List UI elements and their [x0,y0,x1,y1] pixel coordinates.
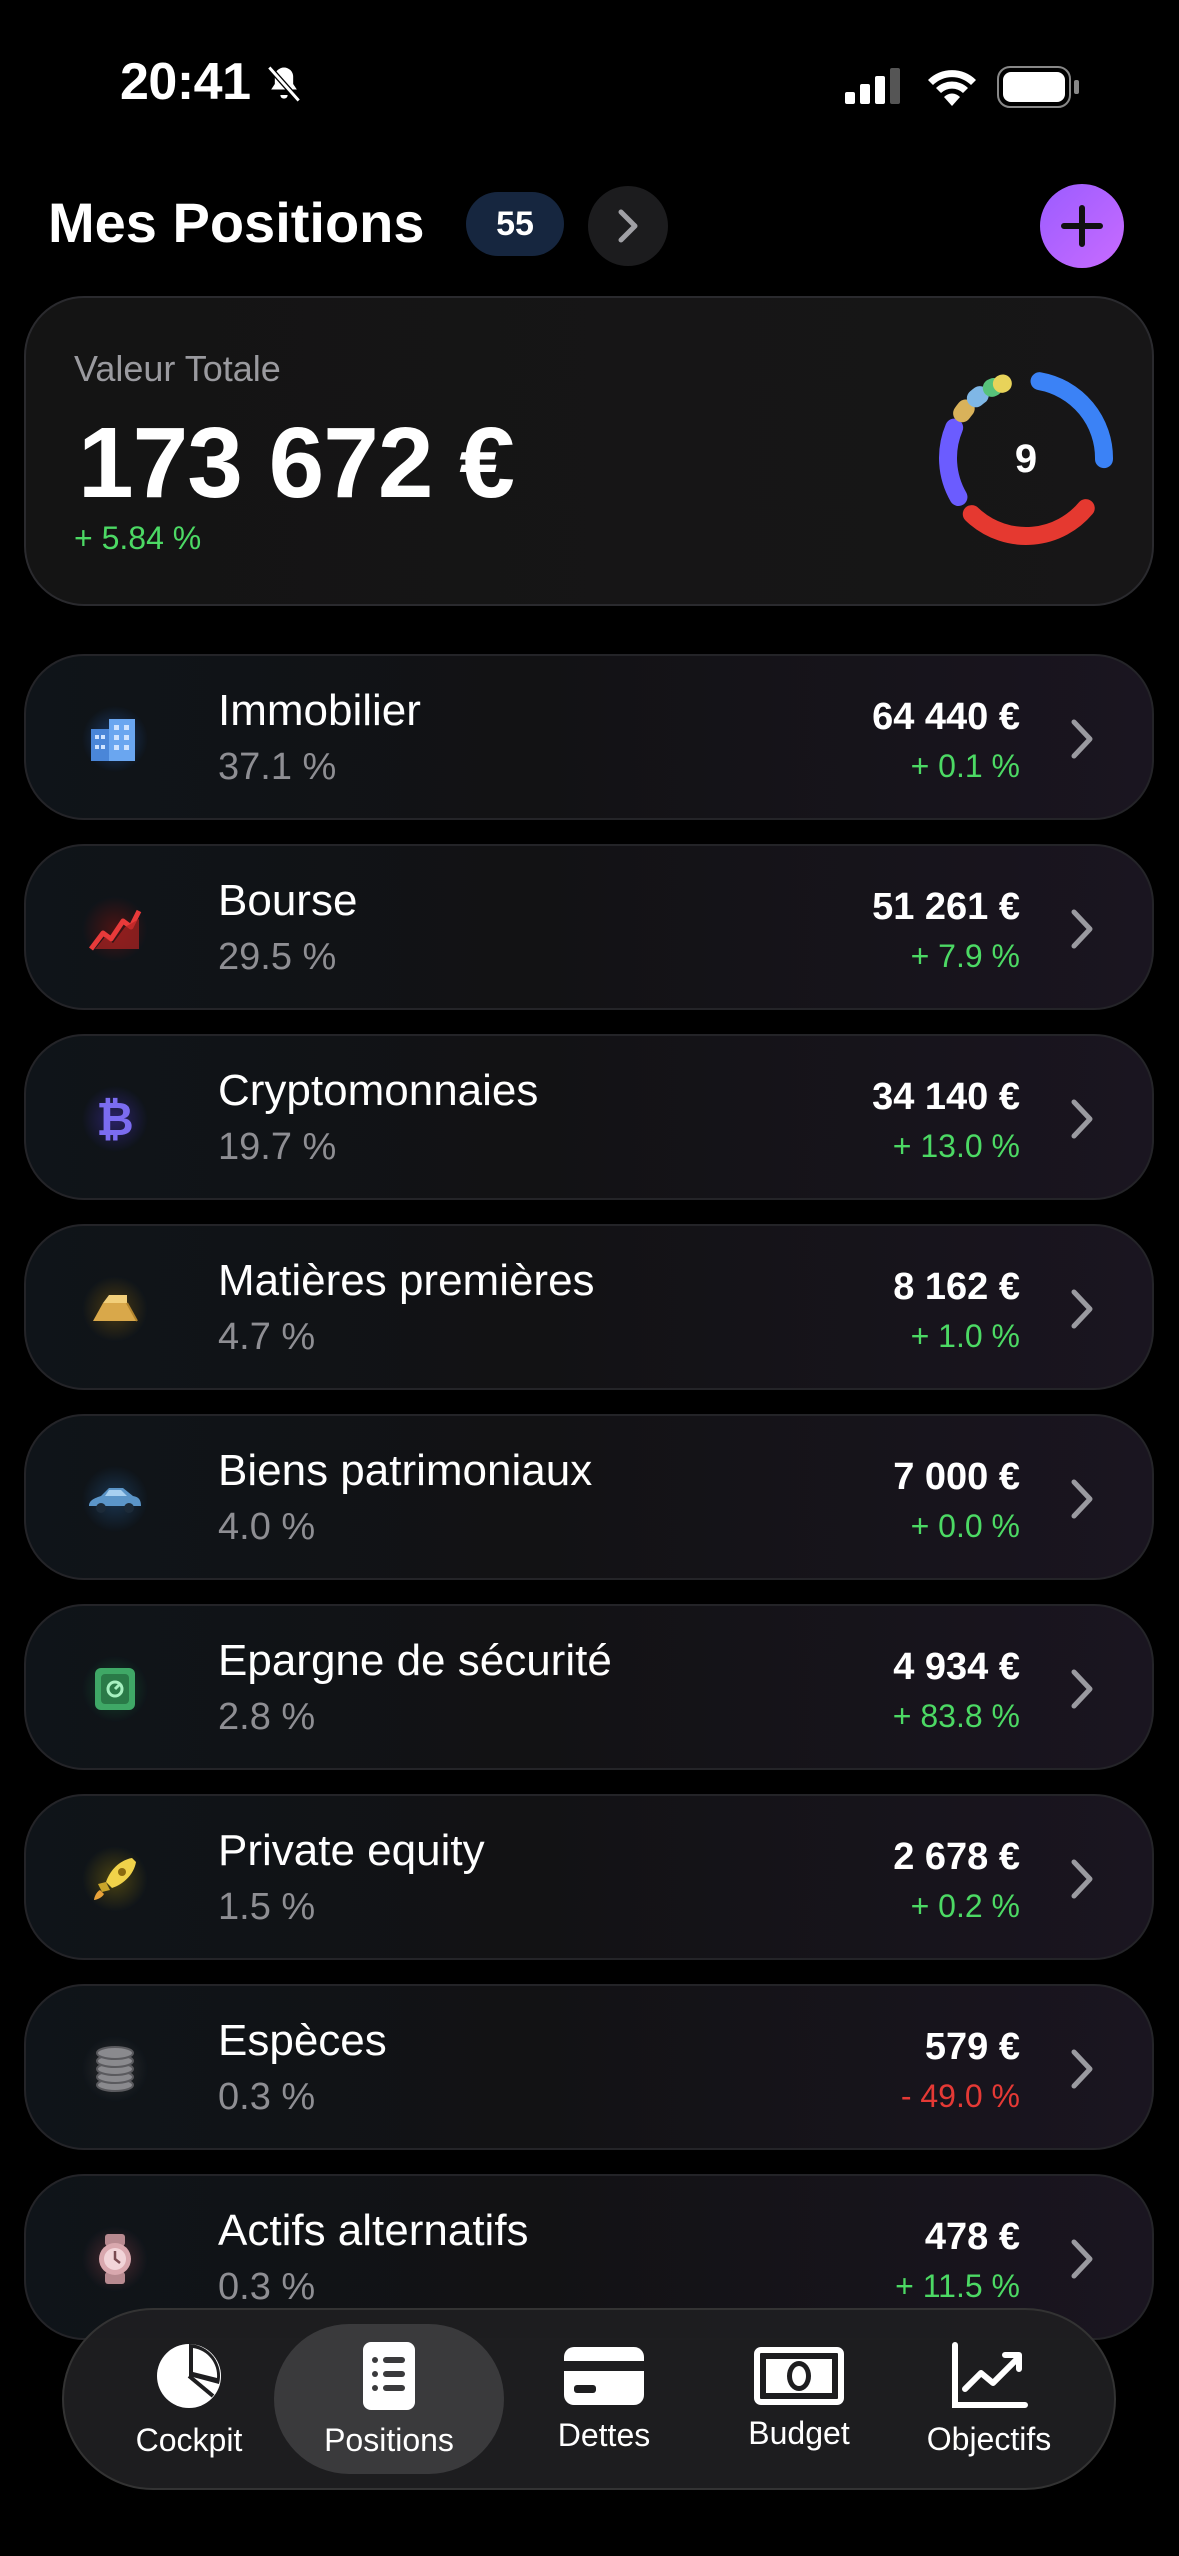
chevron-right-icon [1071,1669,1093,1709]
bottom-tab-bar: Cockpit Positions Dettes Budget Objectif… [62,2308,1116,2490]
total-value-card[interactable]: Valeur Totale 173 672 € + 5.84 % 9 [24,296,1154,606]
trend-chart-icon [952,2341,1028,2408]
credit-card-icon [564,2346,644,2405]
stock-chart-icon [82,896,148,962]
status-time: 20:41 [120,53,251,111]
chevron-right-icon [618,209,638,243]
total-change: + 5.84 % [74,520,202,556]
category-change: + 83.8 % [892,1698,1020,1734]
tab-cockpit[interactable]: Cockpit [104,2324,274,2474]
category-name: Biens patrimoniaux [218,1446,593,1495]
category-change: - 49.0 % [900,2078,1020,2114]
category-amount: 4 934 € [893,1646,1020,1688]
donut-count: 9 [1015,437,1037,481]
category-change: + 1.0 % [910,1318,1020,1354]
category-percent: 2.8 % [218,1696,316,1738]
category-amount: 34 140 € [872,1076,1020,1118]
tab-label: Dettes [557,2416,651,2453]
positions-count-badge: 55 [466,192,564,256]
chevron-right-icon [1071,2049,1093,2089]
header-chevron-button[interactable] [588,186,668,266]
tab-positions[interactable]: Positions [274,2324,504,2474]
tab-budget[interactable]: Budget [704,2324,894,2474]
category-name: Immobilier [218,686,421,735]
chevron-right-icon [1071,1099,1093,1139]
tab-label: Objectifs [926,2420,1052,2457]
total-value: 173 672 € [78,407,515,519]
page-title: Mes Positions [48,191,425,254]
category-change: + 11.5 % [895,2268,1020,2304]
category-name: Matières premières [218,1256,595,1305]
tab-dettes[interactable]: Dettes [504,2324,704,2474]
category-change: + 0.2 % [910,1888,1020,1924]
car-icon [82,1466,148,1532]
category-name: Bourse [218,876,358,925]
category-amount: 7 000 € [893,1456,1020,1498]
category-name: Epargne de sécurité [218,1636,612,1685]
pie-chart-icon [157,2343,221,2408]
rocket-icon [82,1846,148,1912]
gold-bar-icon [82,1276,148,1342]
add-position-button[interactable] [1040,184,1124,268]
allocation-donut-chart[interactable]: 9 [926,358,1126,558]
category-change: + 13.0 % [892,1128,1020,1164]
category-row-especes[interactable]: Espèces 0.3 % 579 € - 49.0 % [24,1984,1154,2150]
category-change: + 0.0 % [910,1508,1020,1544]
chevron-right-icon [1071,2239,1093,2279]
category-percent: 19.7 % [218,1126,337,1168]
bell-muted-icon [262,62,306,111]
chevron-right-icon [1071,719,1093,759]
category-amount: 64 440 € [872,696,1020,738]
status-bar: 20:41 [0,0,1179,150]
category-amount: 2 678 € [893,1836,1020,1878]
category-row-bourse[interactable]: Bourse 29.5 % 51 261 € + 7.9 % [24,844,1154,1010]
list-icon [363,2341,415,2410]
category-row-cryptomonnaies[interactable]: ₿ Cryptomonnaies 19.7 % 34 140 € + 13.0 … [24,1034,1154,1200]
category-row-biens-patrimoniaux[interactable]: Biens patrimoniaux 4.0 % 7 000 € + 0.0 % [24,1414,1154,1580]
battery-icon [997,66,1081,113]
bitcoin-icon: ₿ [82,1086,148,1152]
category-row-private-equity[interactable]: Private equity 1.5 % 2 678 € + 0.2 % [24,1794,1154,1960]
total-label: Valeur Totale [74,348,281,389]
category-percent: 1.5 % [218,1886,316,1928]
category-row-matieres-premieres[interactable]: Matières premières 4.7 % 8 162 € + 1.0 % [24,1224,1154,1390]
safe-icon [82,1656,148,1722]
tab-label: Cockpit [135,2421,243,2458]
category-percent: 0.3 % [218,2076,316,2118]
category-percent: 4.0 % [218,1506,316,1548]
wifi-icon [925,66,979,111]
category-name: Actifs alternatifs [218,2206,529,2255]
category-row-immobilier[interactable]: Immobilier 37.1 % 64 440 € + 0.1 % [24,654,1154,820]
category-amount: 8 162 € [893,1266,1020,1308]
category-amount: 478 € [924,2216,1020,2258]
tab-label: Positions [324,2421,454,2458]
category-change: + 0.1 % [910,748,1020,784]
category-name: Espèces [218,2016,387,2065]
category-amount: 51 261 € [872,886,1020,928]
category-amount: 579 € [924,2026,1020,2068]
building-icon [82,706,148,772]
watch-icon [82,2226,148,2292]
category-percent: 4.7 % [218,1316,316,1358]
chevron-right-icon [1071,1289,1093,1329]
chevron-right-icon [1071,1859,1093,1899]
tab-label: Budget [748,2414,850,2451]
category-percent: 0.3 % [218,2266,316,2308]
cellular-signal-icon [845,68,905,109]
category-percent: 37.1 % [218,746,337,788]
category-row-epargne-securite[interactable]: Epargne de sécurité 2.8 % 4 934 € + 83.8… [24,1604,1154,1770]
category-change: + 7.9 % [910,938,1020,974]
banknote-icon [754,2346,844,2405]
category-name: Cryptomonnaies [218,1066,539,1115]
chevron-right-icon [1071,909,1093,949]
coins-icon [82,2036,148,2102]
tab-objectifs[interactable]: Objectifs [894,2324,1084,2474]
category-name: Private equity [218,1826,485,1875]
svg-text:₿: ₿ [96,1093,134,1145]
chevron-right-icon [1071,1479,1093,1519]
plus-icon [1061,205,1103,247]
category-percent: 29.5 % [218,936,337,978]
